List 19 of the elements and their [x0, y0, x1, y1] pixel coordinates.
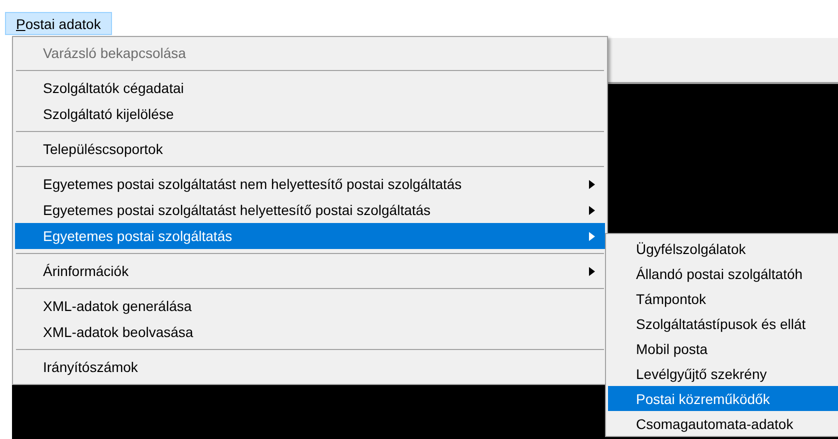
menu-item[interactable]: Szolgáltató kijelölése [15, 101, 605, 127]
menu-item[interactable]: Egyetemes postai szolgáltatást nem helyettesítő postai szolgáltatás [15, 171, 605, 197]
menu-item[interactable]: XML-adatok generálása [15, 293, 605, 319]
menu-item[interactable]: Mobil posta [608, 336, 838, 361]
menu-item[interactable]: Állandó postai szolgáltatóh [608, 261, 838, 286]
menu-item[interactable]: Szolgáltatástípusok és ellát [608, 311, 838, 336]
menu-item[interactable]: Egyetemes postai szolgáltatás [15, 223, 605, 249]
menu-item[interactable]: Árinformációk [15, 258, 605, 284]
menu-item[interactable]: Levélgyűjtő szekrény [608, 361, 838, 386]
menu-item[interactable]: Támpontok [608, 286, 838, 311]
menu-item[interactable]: Postai közreműködők [608, 386, 838, 411]
menu-item[interactable]: Ügyfélszolgálatok [608, 236, 838, 261]
menu-item[interactable]: Csomagautomata-adatok [608, 411, 838, 436]
menu-item[interactable]: Településcsoportok [15, 136, 605, 162]
menu-item[interactable]: Szolgáltatók cégadatai [15, 75, 605, 101]
menu-item[interactable]: Irányítószámok [15, 354, 605, 380]
menu-item[interactable]: XML-adatok beolvasása [15, 319, 605, 345]
menu-bar-item[interactable]: Postai adatok [5, 12, 112, 35]
menu-item[interactable]: Egyetemes postai szolgáltatást helyettesítő postai szolgáltatás [15, 197, 605, 223]
